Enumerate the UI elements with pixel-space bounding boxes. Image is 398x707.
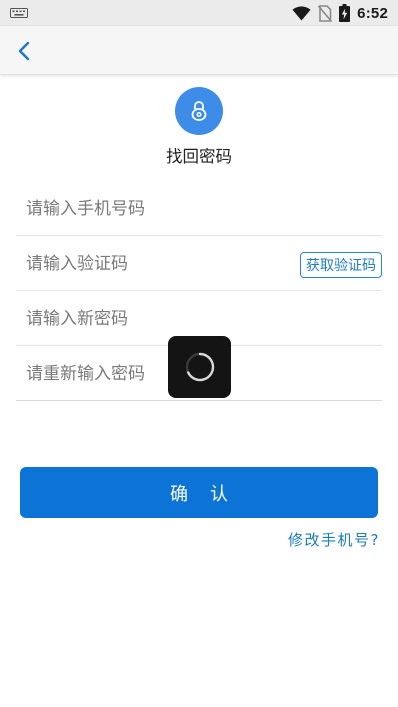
confirm-password-input[interactable] [26,347,286,401]
chevron-left-icon[interactable] [12,39,38,63]
lock-icon-badge [175,87,223,135]
spinner-icon [185,352,214,382]
no-sim-icon [318,4,333,22]
change-phone-link[interactable]: 修改手机号? [288,529,380,550]
wifi-icon [292,6,311,20]
code-row: 获取验证码 [16,237,382,291]
keyboard-icon [10,8,28,18]
phone-input[interactable] [26,182,286,236]
phone-row [16,182,382,236]
status-time: 6:52 [357,4,388,22]
battery-charging-icon [339,4,351,22]
verification-code-input[interactable] [26,237,286,291]
confirm-button[interactable]: 确认 [20,467,378,518]
new-password-input[interactable] [26,292,286,346]
lock-icon [191,101,207,121]
get-code-button[interactable]: 获取验证码 [300,252,382,278]
page-title: 找回密码 [166,147,232,166]
loading-overlay [168,336,231,398]
status-bar: 6:52 [0,0,398,26]
app-bar [0,26,398,75]
